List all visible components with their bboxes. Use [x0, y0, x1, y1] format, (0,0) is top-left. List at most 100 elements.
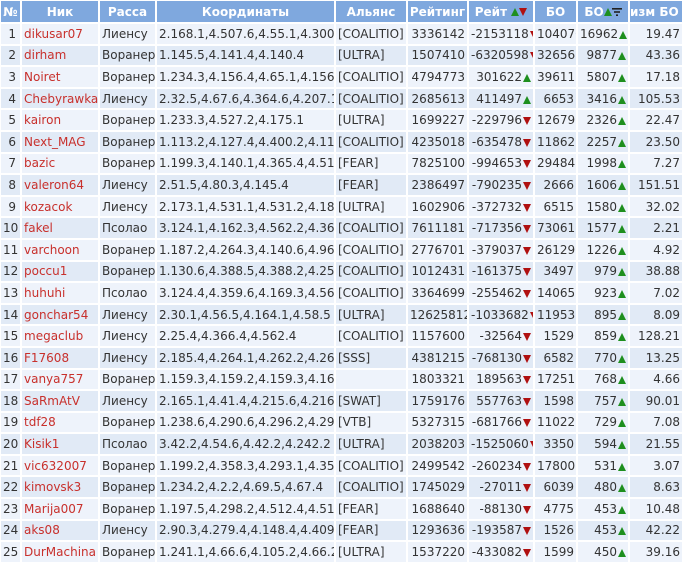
table-row: 22 kimovsk3 Воранер 1.234.2,4.2.2,4.69.5,4.…: [1, 477, 682, 498]
player-nick-link[interactable]: kozacok: [22, 196, 98, 217]
rating-change-cell: -768130: [469, 347, 533, 368]
column-header-bo-change[interactable]: БО: [578, 1, 628, 22]
rating-change-cell: -1525060: [469, 434, 533, 454]
player-nick-link[interactable]: vic632007: [22, 455, 98, 476]
rating-change-cell: -88130: [469, 499, 533, 519]
row-number: 14: [1, 304, 20, 325]
arrow-up-icon: [618, 117, 626, 126]
bo-cell: 17800: [535, 455, 576, 476]
table-row: 18 SaRmAtV Лиенсу 2.165.1,4.41.4,4.215.6,4.…: [1, 391, 682, 411]
race-cell: Лиенсу: [100, 347, 155, 368]
player-nick-link[interactable]: vanya757: [22, 369, 98, 390]
arrow-down-icon: [523, 225, 531, 234]
race-cell: Воранер: [100, 45, 155, 66]
column-header-rating[interactable]: Рейтинг: [408, 1, 467, 22]
bo-change-cell: 480: [578, 477, 628, 498]
sort-lines-icon: [611, 7, 622, 16]
arrow-up-icon: [618, 52, 626, 61]
alliance-cell: [COALITIO]: [336, 239, 406, 260]
player-nick-link[interactable]: dikusar07: [22, 24, 98, 44]
column-header-bo-percent[interactable]: изм БО %: [630, 1, 682, 22]
bo-cell: 2666: [535, 175, 576, 195]
arrow-up-icon: [618, 138, 626, 147]
rating-cell: 1745029: [408, 477, 467, 498]
coordinates-cell: 1.233.3,4.527.2,4.175.1: [157, 110, 334, 130]
player-nick-link[interactable]: huhuhi: [22, 283, 98, 303]
player-nick-link[interactable]: SaRmAtV: [22, 391, 98, 411]
player-nick-link[interactable]: tdf28: [22, 412, 98, 433]
rating-change-cell: -32564: [469, 326, 533, 346]
player-nick-link[interactable]: aks08: [22, 520, 98, 541]
race-cell: Воранер: [100, 499, 155, 519]
alliance-cell: [FEAR]: [336, 520, 406, 541]
arrow-up-icon: [618, 95, 626, 104]
player-nick-link[interactable]: varchoon: [22, 239, 98, 260]
player-nick-link[interactable]: Kisik1: [22, 434, 98, 454]
bo-percent-cell: 151.51: [630, 175, 682, 195]
table-row: 16 F17608 Лиенсу 2.185.4,4.264.1,4.262.2,4.…: [1, 347, 682, 368]
rating-change-cell: -260234: [469, 455, 533, 476]
rating-change-cell: 301622: [469, 67, 533, 87]
table-row: 15 megaclub Лиенсу 2.25.4,4.366.4,4.562.4 [C…: [1, 326, 682, 346]
column-header-bo[interactable]: БО: [535, 1, 576, 22]
player-nick-link[interactable]: F17608: [22, 347, 98, 368]
bo-percent-cell: 2.21: [630, 218, 682, 238]
bo-percent-cell: 90.01: [630, 391, 682, 411]
bo-cell: 3497: [535, 261, 576, 282]
bo-cell: 11862: [535, 131, 576, 152]
race-cell: Воранер: [100, 477, 155, 498]
player-nick-link[interactable]: Marija007: [22, 499, 98, 519]
column-header-alliance[interactable]: Альянс: [336, 1, 406, 22]
player-nick-link[interactable]: dirham: [22, 45, 98, 66]
coordinates-cell: 2.51.5,4.80.3,4.145.4: [157, 175, 334, 195]
rating-change-cell: -681766: [469, 412, 533, 433]
column-header-rating-change[interactable]: Рейт: [469, 1, 533, 22]
alliance-cell: [ULTRA]: [336, 304, 406, 325]
player-nick-link[interactable]: gonchar54: [22, 304, 98, 325]
column-header-nick[interactable]: Ник: [22, 1, 98, 22]
arrow-down-icon: [523, 333, 531, 342]
arrow-down-icon: [523, 376, 531, 385]
player-nick-link[interactable]: Next_MAG: [22, 131, 98, 152]
player-nick-link[interactable]: megaclub: [22, 326, 98, 346]
bo-change-cell: 594: [578, 434, 628, 454]
column-header-number[interactable]: №: [1, 1, 20, 22]
arrow-down-icon: [523, 505, 531, 514]
player-nick-link[interactable]: Noiret: [22, 67, 98, 87]
rating-change-cell: -2153118: [469, 24, 533, 44]
player-nick-link[interactable]: kimovsk3: [22, 477, 98, 498]
row-number: 10: [1, 218, 20, 238]
rating-cell: 1507410: [408, 45, 467, 66]
rating-cell: 1012431: [408, 261, 467, 282]
player-nick-link[interactable]: valeron64: [22, 175, 98, 195]
rating-cell: 4235018: [408, 131, 467, 152]
player-nick-link[interactable]: fakel: [22, 218, 98, 238]
player-nick-link[interactable]: DurMachina: [22, 542, 98, 562]
rating-cell: 1688640: [408, 499, 467, 519]
race-cell: Псолао: [100, 218, 155, 238]
rating-change-cell: 557763: [469, 391, 533, 411]
column-header-race[interactable]: Расса: [100, 1, 155, 22]
bo-change-cell: 1998: [578, 153, 628, 174]
race-cell: Лиенсу: [100, 520, 155, 541]
bo-cell: 11953: [535, 304, 576, 325]
table-row: 2 dirham Воранер 1.145.5,4.141.4,4.140.4 [UL…: [1, 45, 682, 66]
table-row: 11 varchoon Воранер 1.187.2,4.264.3,4.140.6…: [1, 239, 682, 260]
player-nick-link[interactable]: kairon: [22, 110, 98, 130]
bo-cell: 3350: [535, 434, 576, 454]
row-number: 19: [1, 412, 20, 433]
player-nick-link[interactable]: Chebyrawka: [22, 88, 98, 109]
bo-cell: 39611: [535, 67, 576, 87]
race-cell: Лиенсу: [100, 175, 155, 195]
bo-cell: 73061: [535, 218, 576, 238]
race-cell: Воранер: [100, 261, 155, 282]
arrow-down-icon: [529, 441, 533, 450]
column-header-coordinates[interactable]: Координаты: [157, 1, 334, 22]
coordinates-cell: 2.173.1,4.531.1,4.531.2,4.184.2: [157, 196, 334, 217]
player-nick-link[interactable]: bazic: [22, 153, 98, 174]
player-nick-link[interactable]: poccu1: [22, 261, 98, 282]
rating-change-cell: -193587: [469, 520, 533, 541]
bo-cell: 4775: [535, 499, 576, 519]
coordinates-cell: 1.197.5,4.298.2,4.512.4,4.512.3: [157, 499, 334, 519]
coordinates-cell: 1.130.6,4.388.5,4.388.2,4.254.6: [157, 261, 334, 282]
